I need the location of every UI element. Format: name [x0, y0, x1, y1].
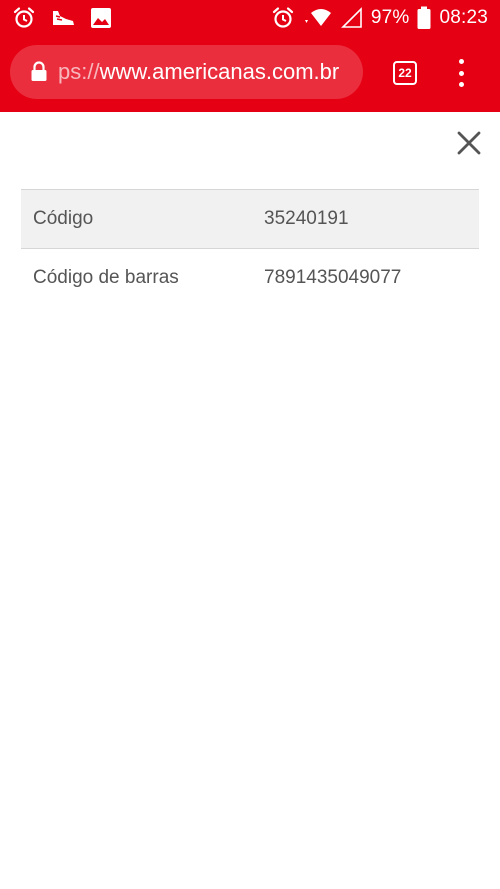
- status-right-icons: 97% 08:23: [263, 0, 488, 36]
- battery-icon: [417, 6, 431, 30]
- tab-switcher-button[interactable]: 22: [393, 61, 417, 85]
- close-icon: [457, 131, 481, 155]
- clock: 08:23: [439, 7, 488, 28]
- status-left-icons: [12, 0, 126, 36]
- spec-value: 7891435049077: [264, 267, 402, 289]
- spec-label: Código: [33, 208, 94, 229]
- menu-dot: [458, 82, 464, 87]
- spec-label: Código de barras: [33, 267, 179, 289]
- lock-icon: [30, 61, 48, 83]
- tab-count: 22: [398, 66, 412, 80]
- specs-table: Código 35240191 Código de barras 7891435…: [21, 189, 479, 308]
- battery-percent: 97%: [370, 7, 410, 28]
- status-bar: 97% 08:23: [0, 0, 500, 36]
- url-scheme: ps://: [58, 59, 100, 84]
- browser-toolbar: ps://www.americanas.com.br 22: [0, 36, 500, 112]
- close-button[interactable]: [454, 128, 484, 158]
- shoe-icon: [50, 6, 76, 30]
- wifi-icon: [303, 7, 333, 29]
- spec-value: 35240191: [264, 208, 349, 229]
- url-host: www.americanas.com.br: [99, 59, 340, 84]
- overflow-menu-button[interactable]: [450, 56, 472, 90]
- menu-dot: [458, 59, 464, 64]
- url-bar[interactable]: ps://www.americanas.com.br: [10, 45, 363, 99]
- table-row: Código de barras 7891435049077: [21, 248, 479, 308]
- signal-icon: [340, 7, 363, 29]
- alarm-icon: [12, 6, 36, 30]
- url-text: ps://www.americanas.com.br: [58, 59, 339, 85]
- image-icon: [90, 7, 112, 29]
- table-row: Código 35240191: [21, 189, 479, 249]
- alarm-icon: [271, 6, 295, 30]
- menu-dot: [458, 70, 464, 76]
